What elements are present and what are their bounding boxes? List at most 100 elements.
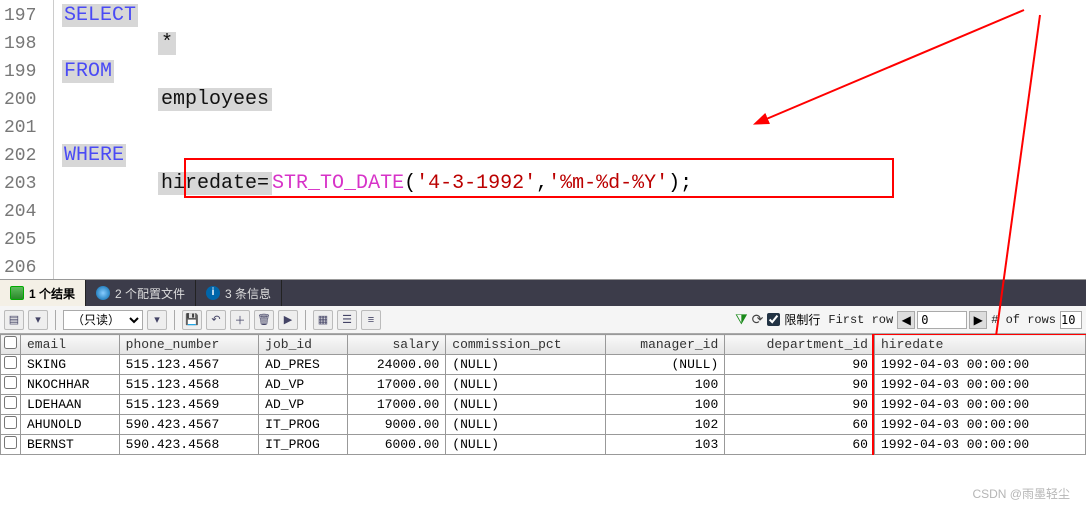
code-line[interactable]: hiredate=STR_TO_DATE('4-3-1992','%m-%d-%… (62, 170, 1086, 198)
cell-salary[interactable]: 6000.00 (347, 435, 446, 455)
column-header-hiredate[interactable]: hiredate (874, 335, 1085, 355)
cell-manager_id[interactable]: 100 (606, 375, 725, 395)
cell-department_id[interactable]: 90 (725, 355, 875, 375)
cell-hiredate[interactable]: 1992-04-03 00:00:00 (874, 395, 1085, 415)
cell-job_id[interactable]: IT_PROG (259, 415, 347, 435)
code-area[interactable]: SELECT *FROM employees WHERE hiredate=STR… (54, 0, 1086, 279)
cell-salary[interactable]: 17000.00 (347, 375, 446, 395)
cell-department_id[interactable]: 90 (725, 395, 875, 415)
column-header-manager_id[interactable]: manager_id (606, 335, 725, 355)
cell-commission_pct[interactable]: (NULL) (446, 415, 606, 435)
nrows-input[interactable] (1060, 311, 1082, 329)
filter-icon[interactable]: ⧩ (735, 311, 748, 328)
cell-hiredate[interactable]: 1992-04-03 00:00:00 (874, 355, 1085, 375)
table-row[interactable]: LDEHAAN515.123.4569AD_VP17000.00(NULL)10… (1, 395, 1086, 415)
row-checkbox[interactable] (4, 416, 17, 429)
cell-job_id[interactable]: AD_VP (259, 375, 347, 395)
cell-phone_number[interactable]: 515.123.4568 (119, 375, 259, 395)
table-row[interactable]: NKOCHHAR515.123.4568AD_VP17000.00(NULL)1… (1, 375, 1086, 395)
limit-rows-checkbox[interactable] (767, 313, 780, 326)
cell-salary[interactable]: 9000.00 (347, 415, 446, 435)
cell-phone_number[interactable]: 590.423.4568 (119, 435, 259, 455)
cell-department_id[interactable]: 60 (725, 415, 875, 435)
add-row-button[interactable]: ＋ (230, 310, 250, 330)
cell-email[interactable]: NKOCHHAR (21, 375, 120, 395)
cell-email[interactable]: LDEHAAN (21, 395, 120, 415)
cell-phone_number[interactable]: 515.123.4567 (119, 355, 259, 375)
cell-salary[interactable]: 24000.00 (347, 355, 446, 375)
toolbar-separator (305, 310, 306, 330)
cell-job_id[interactable]: IT_PROG (259, 435, 347, 455)
mode-select[interactable]: （只读） (63, 310, 143, 330)
cell-salary[interactable]: 17000.00 (347, 395, 446, 415)
code-line[interactable] (62, 254, 1086, 282)
code-line[interactable]: SELECT (62, 2, 1086, 30)
code-line[interactable]: FROM (62, 58, 1086, 86)
column-header-commission_pct[interactable]: commission_pct (446, 335, 606, 355)
view-form-button[interactable]: ☰ (337, 310, 357, 330)
code-line[interactable]: * (62, 30, 1086, 58)
cell-manager_id[interactable]: 102 (606, 415, 725, 435)
code-line[interactable] (62, 198, 1086, 226)
row-checkbox[interactable] (4, 436, 17, 449)
cell-commission_pct[interactable]: (NULL) (446, 395, 606, 415)
row-checkbox[interactable] (4, 396, 17, 409)
row-checkbox[interactable] (4, 356, 17, 369)
select-all-checkbox[interactable] (4, 336, 17, 349)
column-header-salary[interactable]: salary (347, 335, 446, 355)
code-line[interactable] (62, 114, 1086, 142)
cell-manager_id[interactable]: 100 (606, 395, 725, 415)
tab-messages[interactable]: i 3 条信息 (196, 280, 282, 306)
cell-department_id[interactable]: 90 (725, 375, 875, 395)
code-line[interactable]: WHERE (62, 142, 1086, 170)
refresh-icon[interactable]: ⟳ (752, 311, 764, 328)
cell-commission_pct[interactable]: (NULL) (446, 375, 606, 395)
pager-next-button[interactable]: ▶ (969, 311, 987, 329)
cell-commission_pct[interactable]: (NULL) (446, 355, 606, 375)
save-button[interactable]: 💾 (182, 310, 202, 330)
column-header-phone_number[interactable]: phone_number (119, 335, 259, 355)
select-all-header[interactable] (1, 335, 21, 355)
line-number: 198 (4, 30, 47, 58)
cell-phone_number[interactable]: 515.123.4569 (119, 395, 259, 415)
cell-manager_id[interactable]: (NULL) (606, 355, 725, 375)
cell-department_id[interactable]: 60 (725, 435, 875, 455)
code-line[interactable] (62, 226, 1086, 254)
cell-hiredate[interactable]: 1992-04-03 00:00:00 (874, 435, 1085, 455)
cell-email[interactable]: SKING (21, 355, 120, 375)
pager: ◀ ▶ (897, 311, 987, 329)
table-row[interactable]: SKING515.123.4567AD_PRES24000.00(NULL)(N… (1, 355, 1086, 375)
mode-dropdown-button[interactable]: ▾ (147, 310, 167, 330)
pager-prev-button[interactable]: ◀ (897, 311, 915, 329)
grid-icon (10, 286, 24, 300)
export-menu-button[interactable]: ▾ (28, 310, 48, 330)
cell-hiredate[interactable]: 1992-04-03 00:00:00 (874, 375, 1085, 395)
line-number: 203 (4, 170, 47, 198)
first-row-input[interactable] (917, 311, 967, 329)
delete-row-button[interactable]: 🗑 (254, 310, 274, 330)
cell-phone_number[interactable]: 590.423.4567 (119, 415, 259, 435)
cell-commission_pct[interactable]: (NULL) (446, 435, 606, 455)
undo-button[interactable]: ↶ (206, 310, 226, 330)
apply-button[interactable]: ▶ (278, 310, 298, 330)
sql-editor[interactable]: 197198199200201202203204205206 SELECT *F… (0, 0, 1086, 280)
table-row[interactable]: BERNST590.423.4568IT_PROG6000.00(NULL)10… (1, 435, 1086, 455)
cell-job_id[interactable]: AD_VP (259, 395, 347, 415)
tab-results[interactable]: 1 个结果 (0, 280, 86, 306)
view-text-button[interactable]: ≡ (361, 310, 381, 330)
export-button[interactable]: ▤ (4, 310, 24, 330)
table-row[interactable]: AHUNOLD590.423.4567IT_PROG9000.00(NULL)1… (1, 415, 1086, 435)
column-header-department_id[interactable]: department_id (725, 335, 875, 355)
cell-manager_id[interactable]: 103 (606, 435, 725, 455)
cell-hiredate[interactable]: 1992-04-03 00:00:00 (874, 415, 1085, 435)
view-grid-button[interactable]: ▦ (313, 310, 333, 330)
cell-email[interactable]: BERNST (21, 435, 120, 455)
column-header-job_id[interactable]: job_id (259, 335, 347, 355)
cell-email[interactable]: AHUNOLD (21, 415, 120, 435)
row-checkbox[interactable] (4, 376, 17, 389)
column-header-email[interactable]: email (21, 335, 120, 355)
cell-job_id[interactable]: AD_PRES (259, 355, 347, 375)
code-line[interactable]: employees (62, 86, 1086, 114)
tab-profiles[interactable]: 2 个配置文件 (86, 280, 196, 306)
result-grid[interactable]: emailphone_numberjob_idsalarycommission_… (0, 334, 1086, 455)
